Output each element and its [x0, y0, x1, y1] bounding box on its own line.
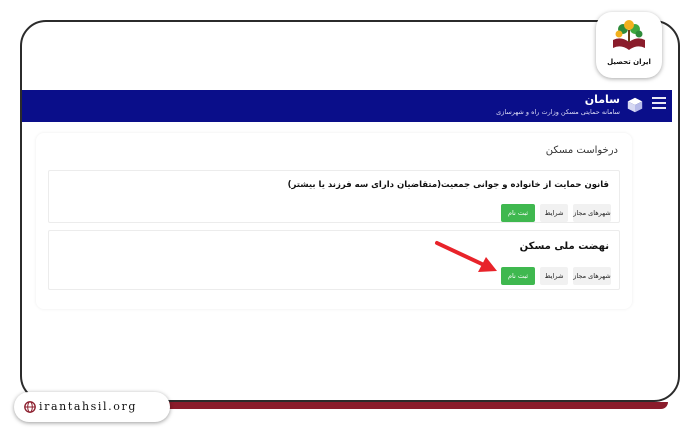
bottom-strip [100, 402, 668, 409]
globe-icon [24, 401, 36, 413]
plan-card-title: قانون حمایت از خانواده و جوانی جمعیت(متق… [287, 180, 609, 190]
conditions-button[interactable]: شرایط [540, 267, 568, 285]
panel-title: درخواست مسکن [545, 145, 618, 156]
app-header: سامان سامانه حمایتی مسکن وزارت راه و شهر… [22, 90, 672, 122]
register-button[interactable]: ثبت نام [501, 204, 535, 222]
register-button[interactable]: ثبت نام [501, 267, 535, 285]
website-url-pill[interactable]: irantahsil.org [14, 392, 170, 422]
app-subtitle: سامانه حمایتی مسکن وزارت راه و شهرسازی [496, 108, 620, 116]
logo-text: ایران تحصیل [607, 58, 651, 66]
website-url: irantahsil.org [39, 400, 137, 413]
app-title: سامان [584, 93, 620, 106]
irantahsil-logo-badge: ایران تحصیل [596, 12, 662, 78]
hamburger-menu-icon[interactable] [652, 97, 666, 111]
book-tree-logo-icon [613, 20, 645, 50]
screenshot-stage: سامان سامانه حمایتی مسکن وزارت راه و شهر… [0, 0, 700, 430]
cube-logo-icon [627, 97, 643, 113]
housing-request-panel: درخواست مسکن قانون حمایت از خانواده و جو… [36, 133, 632, 309]
plan-card-national-housing: نهضت ملی مسکن شهرهای مجاز شرایط ثبت نام [48, 230, 620, 290]
plan-card-title: نهضت ملی مسکن [519, 241, 609, 252]
allowed-cities-button[interactable]: شهرهای مجاز [573, 267, 611, 285]
plan-card-family-law: قانون حمایت از خانواده و جوانی جمعیت(متق… [48, 170, 620, 223]
conditions-button[interactable]: شرایط [540, 204, 568, 222]
allowed-cities-button[interactable]: شهرهای مجاز [573, 204, 611, 222]
